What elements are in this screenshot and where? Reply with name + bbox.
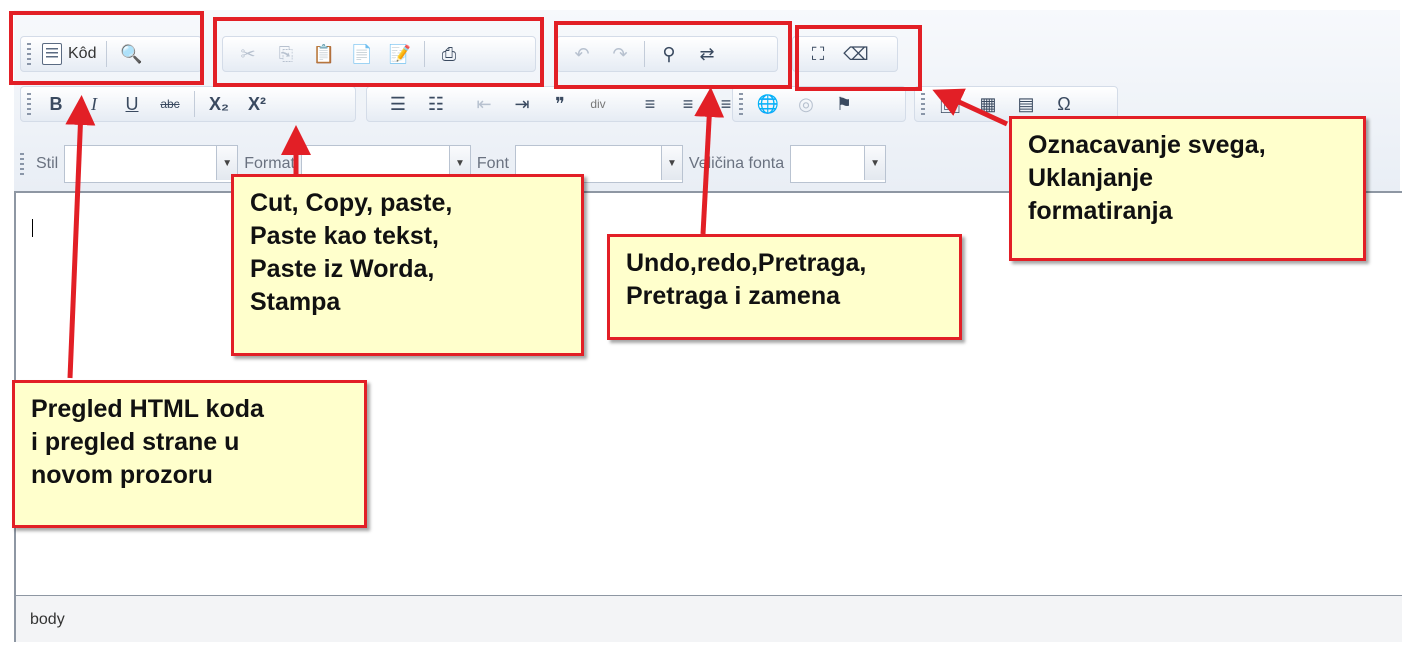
bulleted-list-icon: ☷ <box>427 93 445 114</box>
link-icon: 🌐 <box>756 93 780 114</box>
horizontal-rule-button[interactable]: ▤ <box>1007 90 1045 118</box>
toolbar-row-2: B I U abc X₂ X² ☰ ☷ ⇤ ⇥ ❞ div ≡ ≡ ≡ 🌐 ◎ … <box>20 84 1126 124</box>
toolbar-group-links: 🌐 ◎ ⚑ <box>732 86 906 122</box>
font-label: Font <box>476 155 509 172</box>
image-icon: 🖼 <box>938 93 962 114</box>
unlink-button[interactable]: ◎ <box>787 90 825 118</box>
font-size-label: Veličina fonta <box>688 155 785 172</box>
link-button[interactable]: 🌐 <box>749 90 787 118</box>
highlight-select-format-group <box>795 25 922 91</box>
toolbar-separator <box>194 91 195 117</box>
align-left-button[interactable]: ≡ <box>631 90 669 118</box>
align-center-button[interactable]: ≡ <box>669 90 707 118</box>
subscript-button[interactable]: X₂ <box>200 90 238 118</box>
outdent-button[interactable]: ⇤ <box>465 90 503 118</box>
align-left-icon: ≡ <box>644 93 656 114</box>
callout-select-all: Oznacavanje svega, Uklanjanje formatiran… <box>1009 116 1366 261</box>
indent-icon: ⇥ <box>514 93 530 114</box>
outdent-icon: ⇤ <box>476 93 492 114</box>
highlight-document-group <box>9 11 204 85</box>
omega-icon: Ω <box>1057 93 1071 114</box>
align-center-icon: ≡ <box>682 93 694 114</box>
bulleted-list-button[interactable]: ☷ <box>417 90 455 118</box>
indent-button[interactable]: ⇥ <box>503 90 541 118</box>
element-path-body[interactable]: body <box>30 611 65 629</box>
toolbar-group-basicstyles: B I U abc X₂ X² <box>20 86 356 122</box>
italic-button[interactable]: I <box>75 90 113 118</box>
style-label: Stil <box>36 155 59 172</box>
element-path-bar: body <box>14 595 1402 642</box>
create-div-button[interactable]: div <box>579 90 617 118</box>
highlight-undo-find-group <box>554 21 792 89</box>
callout-html-preview: Pregled HTML koda i pregled strane u nov… <box>12 380 367 528</box>
numbered-list-button[interactable]: ☰ <box>379 90 417 118</box>
image-button[interactable]: 🖼 <box>931 90 969 118</box>
highlight-clipboard-group <box>213 17 544 87</box>
text-caret <box>32 219 33 237</box>
strike-button[interactable]: abc <box>151 90 189 118</box>
toolbar-grip[interactable] <box>27 93 31 115</box>
superscript-button[interactable]: X² <box>238 90 276 118</box>
chevron-down-icon[interactable]: ▼ <box>660 146 682 180</box>
blockquote-button[interactable]: ❞ <box>541 90 579 118</box>
chevron-down-icon[interactable]: ▼ <box>864 146 886 180</box>
special-char-button[interactable]: Ω <box>1045 90 1083 118</box>
font-size-combo[interactable]: ▼ <box>790 145 887 183</box>
align-right-icon: ≡ <box>720 93 732 114</box>
anchor-flag-icon: ⚑ <box>835 93 853 114</box>
toolbar-grip[interactable] <box>20 153 24 175</box>
callout-undo-redo: Undo,redo,Pretraga, Pretraga i zamena <box>607 234 962 340</box>
anchor-button[interactable]: ⚑ <box>825 90 863 118</box>
toolbar-grip[interactable] <box>921 93 925 115</box>
bold-button[interactable]: B <box>37 90 75 118</box>
numbered-list-icon: ☰ <box>389 93 407 114</box>
table-icon: ▦ <box>979 93 997 114</box>
format-label: Format <box>244 155 295 172</box>
horizontal-rule-icon: ▤ <box>1017 93 1035 114</box>
table-button[interactable]: ▦ <box>969 90 1007 118</box>
toolbar-group-lists: ☰ ☷ ⇤ ⇥ ❞ div ≡ ≡ ≡ ≣ <box>366 86 772 122</box>
style-combo[interactable]: ▼ <box>64 145 239 183</box>
unlink-icon: ◎ <box>798 93 814 114</box>
underline-button[interactable]: U <box>113 90 151 118</box>
toolbar-grip[interactable] <box>739 93 743 115</box>
callout-clipboard: Cut, Copy, paste, Paste kao tekst, Paste… <box>231 174 584 356</box>
